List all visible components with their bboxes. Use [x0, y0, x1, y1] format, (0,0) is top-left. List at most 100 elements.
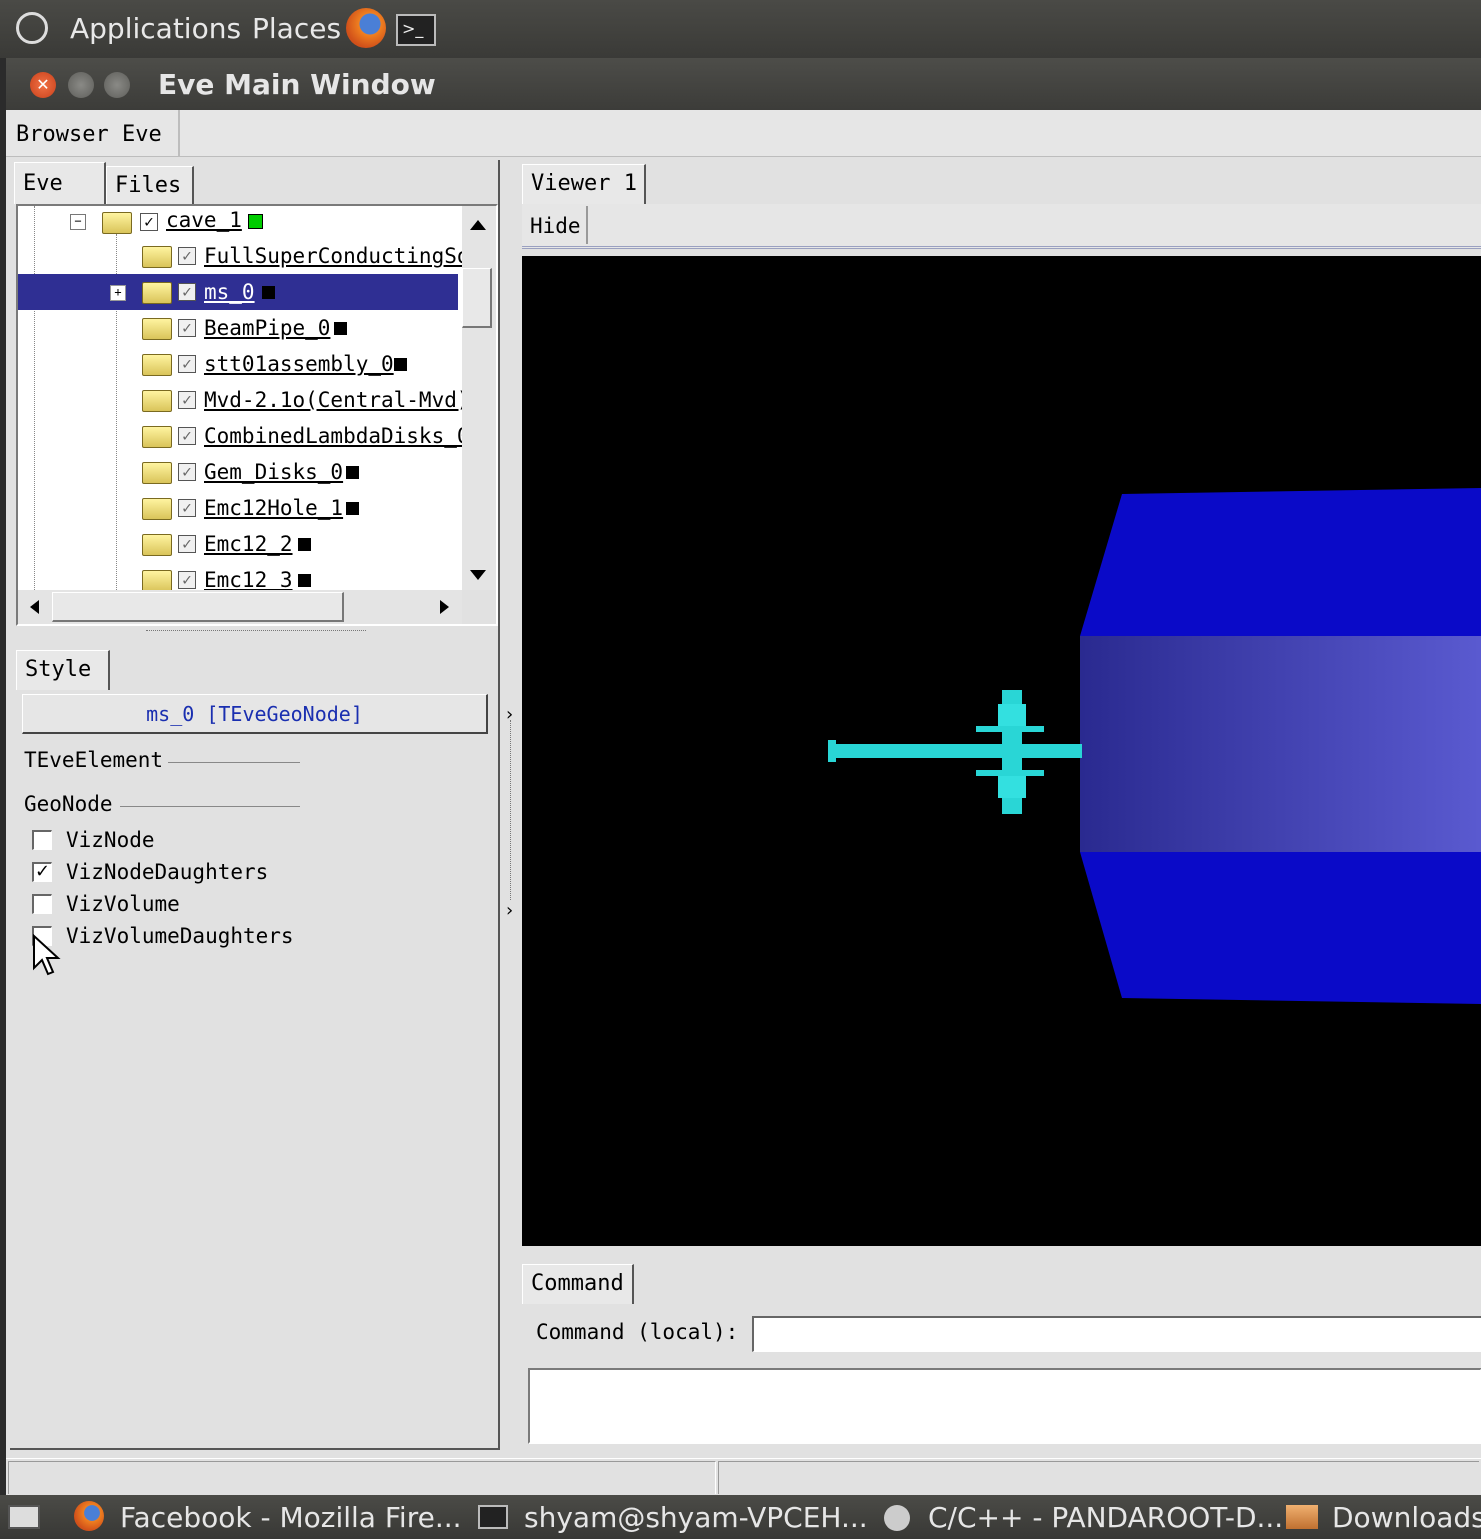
viznodedaughters-checkbox[interactable]: ✓ — [32, 862, 52, 882]
color-swatch[interactable] — [334, 322, 347, 335]
command-output[interactable] — [528, 1368, 1481, 1444]
detector-upper-face — [1080, 488, 1481, 636]
minimize-window-icon[interactable] — [68, 72, 94, 98]
tree-row[interactable]: ✓ Emc12Hole_1 — [18, 490, 458, 526]
scroll-thumb[interactable] — [462, 268, 492, 328]
tree-row[interactable]: ✓ stt01assembly_0 — [18, 346, 458, 382]
geometry-tree[interactable]: − ✓ cave_1 ✓ FullSuperConductingSo + ✓ m… — [18, 206, 462, 590]
terminal-icon[interactable]: >_ — [396, 14, 436, 46]
tree-checkbox[interactable]: ✓ — [178, 391, 196, 409]
tab-eve[interactable]: Eve — [14, 162, 106, 204]
tree-row[interactable]: ✓ Mvd-2.1o(Central-Mvd). — [18, 382, 462, 418]
tree-checkbox[interactable]: ✓ — [178, 427, 196, 445]
tree-checkbox[interactable]: ✓ — [178, 283, 196, 301]
disk — [976, 770, 1044, 776]
tree-item-label: CombinedLambdaDisks_0 — [204, 424, 462, 448]
tree-item-label: Mvd-2.1o(Central-Mvd). — [204, 388, 462, 412]
terminal-icon — [478, 1505, 508, 1529]
menu-browser[interactable]: Browser — [16, 122, 109, 147]
command-input[interactable] — [752, 1316, 1481, 1352]
folder-icon — [142, 426, 172, 448]
tree-item-label: Emc12_2 — [204, 532, 293, 556]
tree-item-label: ms_0 — [204, 280, 255, 304]
color-swatch[interactable] — [346, 502, 359, 515]
gl-viewer[interactable] — [522, 256, 1481, 1246]
tree-row[interactable]: ✓ CombinedLambdaDisks_0 — [18, 418, 462, 454]
tree-checkbox[interactable]: ✓ — [178, 571, 196, 589]
tree-checkbox[interactable]: ✓ — [178, 247, 196, 265]
tab-files[interactable]: Files — [106, 166, 194, 204]
folder-icon — [142, 534, 172, 556]
color-swatch[interactable] — [298, 574, 311, 587]
disk — [976, 726, 1044, 732]
scroll-up-icon[interactable] — [470, 220, 486, 230]
firefox-icon[interactable] — [346, 8, 386, 48]
color-swatch[interactable] — [262, 286, 275, 299]
firefox-icon — [74, 1501, 104, 1531]
applications-menu[interactable]: Applications — [70, 12, 241, 45]
viznode-label: VizNode — [66, 828, 155, 852]
scroll-down-icon[interactable] — [470, 570, 486, 580]
tree-item-label: cave_1 — [166, 208, 242, 232]
scroll-thumb[interactable] — [52, 592, 344, 622]
vertical-splitter[interactable] — [510, 720, 511, 900]
tree-row[interactable]: ✓ FullSuperConductingSo — [18, 238, 462, 274]
vizvolumedaughters-label: VizVolumeDaughters — [66, 924, 294, 948]
tree-checkbox[interactable]: ✓ — [178, 355, 196, 373]
vizvolume-checkbox[interactable] — [32, 894, 52, 914]
section-teveelement: TEveElement — [24, 748, 164, 772]
folder-icon — [142, 318, 172, 340]
task-terminal[interactable]: shyam@shyam-VPCEH... — [524, 1501, 868, 1534]
folder-icon — [142, 462, 172, 484]
tree-checkbox[interactable]: ✓ — [178, 535, 196, 553]
folder-icon — [142, 282, 172, 304]
tree-checkbox[interactable]: ✓ — [140, 213, 158, 231]
color-swatch[interactable] — [298, 538, 311, 551]
expand-icon[interactable]: + — [110, 285, 126, 301]
show-desktop-icon[interactable] — [8, 1505, 40, 1529]
hide-button[interactable]: Hide — [524, 206, 588, 244]
scroll-right-icon[interactable] — [440, 600, 449, 614]
tree-checkbox[interactable]: ✓ — [178, 319, 196, 337]
tab-style[interactable]: Style — [16, 650, 110, 690]
maximize-window-icon[interactable] — [104, 72, 130, 98]
beampipe-end — [828, 740, 836, 762]
color-swatch[interactable] — [394, 358, 407, 371]
task-eclipse[interactable]: C/C++ - PANDAROOT-D... — [928, 1501, 1283, 1534]
command-label: Command (local): — [536, 1320, 739, 1344]
beampipe — [832, 744, 1082, 758]
object-button[interactable]: ms_0 [TEveGeoNode] — [22, 694, 488, 734]
color-swatch[interactable] — [248, 214, 263, 229]
viewer-toolbar: Hide — [522, 204, 1481, 249]
close-window-icon[interactable]: ✕ — [30, 72, 56, 98]
collapse-icon[interactable]: − — [70, 214, 86, 230]
splitter-arrow-icon[interactable]: › — [506, 900, 513, 921]
tree-row[interactable]: ✓ Emc12_3 — [18, 562, 458, 590]
tree-item-label: Gem_Disks_0 — [204, 460, 344, 484]
menu-eve[interactable]: Eve — [122, 122, 162, 147]
horizontal-splitter[interactable] — [146, 630, 366, 643]
task-firefox[interactable]: Facebook - Mozilla Fire... — [120, 1501, 462, 1534]
tab-viewer-1[interactable]: Viewer 1 — [522, 164, 646, 204]
tree-horizontal-scrollbar[interactable] — [18, 590, 462, 624]
folder-icon — [142, 498, 172, 520]
tree-row-selected[interactable]: + ✓ ms_0 — [18, 274, 458, 310]
task-downloads[interactable]: Downloads — [1332, 1501, 1481, 1534]
tree-row[interactable]: ✓ Gem_Disks_0 — [18, 454, 458, 490]
tree-vertical-scrollbar[interactable] — [462, 206, 496, 590]
tree-checkbox[interactable]: ✓ — [178, 499, 196, 517]
eclipse-icon — [884, 1505, 910, 1531]
ubuntu-logo-icon[interactable] — [16, 12, 48, 44]
tree-checkbox[interactable]: ✓ — [178, 463, 196, 481]
menubar: Browser Eve — [6, 110, 1481, 157]
tree-row[interactable]: ✓ BeamPipe_0 — [18, 310, 458, 346]
tree-row[interactable]: ✓ Emc12_2 — [18, 526, 458, 562]
scroll-left-icon[interactable] — [30, 600, 39, 614]
color-swatch[interactable] — [346, 466, 359, 479]
vizvolume-label: VizVolume — [66, 892, 180, 916]
viznode-checkbox[interactable] — [32, 830, 52, 850]
tab-command[interactable]: Command — [522, 1264, 634, 1304]
places-menu[interactable]: Places — [252, 12, 341, 45]
tree-row[interactable]: − ✓ cave_1 — [18, 206, 458, 242]
inner-tracker-part — [998, 776, 1026, 798]
